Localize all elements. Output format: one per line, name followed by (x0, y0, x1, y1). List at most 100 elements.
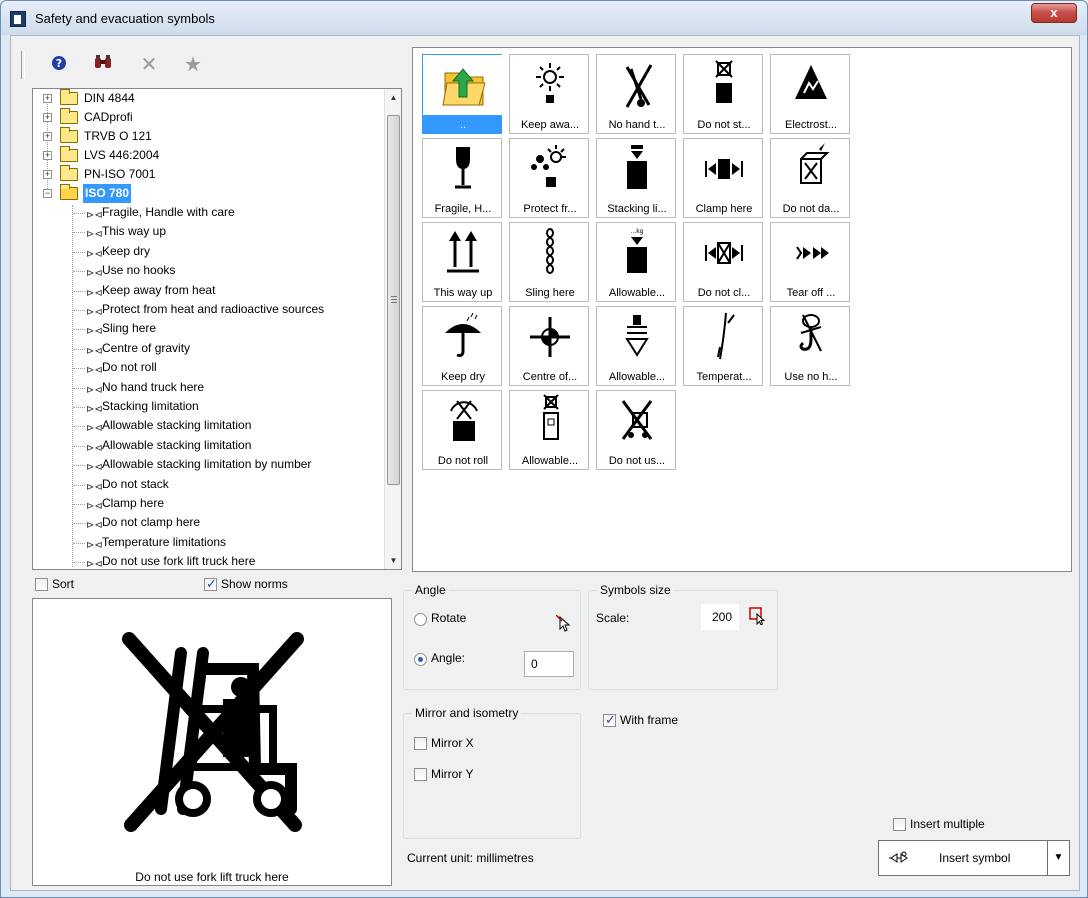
scroll-thumb[interactable] (387, 115, 400, 485)
show-norms-checkbox[interactable] (204, 576, 217, 592)
symbol-tree[interactable]: + DIN 4844 + CADprofi + TRVB O 121 + LVS… (32, 88, 402, 570)
tree-connector (73, 368, 85, 370)
keep-away-heat-icon (510, 55, 590, 115)
insert-symbol-main[interactable]: Insert symbol (879, 841, 1047, 875)
tree-connector (73, 213, 85, 214)
close-button[interactable]: x (1031, 3, 1077, 23)
symbol-tile[interactable]: Use no h... (770, 306, 850, 386)
insert-multiple-checkbox[interactable] (893, 818, 906, 831)
tree-item-label: No hand truck here (102, 379, 205, 394)
scroll-down-arrow[interactable]: ▼ (385, 552, 401, 569)
symbol-tile-label: Temperat... (696, 371, 752, 383)
expand-icon[interactable]: + (43, 132, 52, 141)
search-button[interactable] (91, 53, 115, 77)
delete-button[interactable]: ✕ (137, 53, 161, 77)
symbol-tile[interactable]: Do not us... (596, 390, 676, 470)
symbol-tile[interactable]: Protect fr... (509, 138, 589, 218)
symbol-tile[interactable]: Allowable... (509, 390, 589, 470)
tree-item-label: Do not stack (102, 476, 169, 491)
no-fork-lift-icon (597, 391, 677, 451)
expand-icon[interactable]: + (43, 151, 52, 160)
tree-scrollbar[interactable]: ▲ ▼ (384, 89, 401, 569)
symbol-tile[interactable]: Do not roll (422, 390, 502, 470)
symbol-tile[interactable]: ...kg Allowable... (596, 222, 676, 302)
keep-dry-icon (423, 307, 503, 367)
tree-connector (73, 310, 85, 311)
symbol-preview (32, 598, 392, 886)
symbol-tile[interactable]: Sling here (509, 222, 589, 302)
allowable-stacking-number-icon (510, 391, 590, 451)
symbol-tile-label: Tear off ... (786, 287, 836, 299)
symbol-tile[interactable]: Clamp here (683, 138, 763, 218)
symbol-tile-label: Clamp here (695, 203, 753, 215)
folder-icon (60, 108, 78, 124)
symbol-tile[interactable]: Temperat... (683, 306, 763, 386)
pick-angle-icon[interactable] (556, 615, 572, 633)
symbol-tile[interactable]: .. (422, 54, 503, 134)
temperature-icon (684, 307, 764, 367)
mirror-x-checkbox[interactable] (414, 737, 427, 750)
symbol-tile[interactable]: Electrost... (770, 54, 850, 134)
help-button[interactable]: ? (47, 53, 71, 77)
symbol-tile-label: Protect fr... (523, 203, 577, 215)
tree-content: + DIN 4844 + CADprofi + TRVB O 121 + LVS… (33, 89, 385, 569)
fragile-icon (423, 139, 503, 199)
angle-label: Angle: (431, 651, 466, 665)
tree-connector (73, 329, 85, 331)
symbol-tile[interactable]: Tear off ... (770, 222, 850, 302)
angle-input[interactable]: 0 (524, 651, 574, 677)
symbol-leaf-icon: ⊳⊲ (86, 326, 103, 338)
scale-label: Scale: (596, 611, 630, 625)
symbol-tile[interactable]: Do not st... (683, 54, 763, 134)
symbol-tile-label: Do not da... (782, 203, 840, 215)
collapse-icon[interactable]: − (43, 189, 52, 198)
symbol-tile[interactable]: Centre of... (509, 306, 589, 386)
symbol-tile-label: Stacking li... (607, 203, 667, 215)
symbol-tile[interactable]: Fragile, H... (422, 138, 502, 218)
symbol-leaf-icon: ⊳⊲ (86, 384, 103, 396)
symbol-tile[interactable]: No hand t... (596, 54, 676, 134)
tree-connector (73, 387, 85, 389)
symbol-tile[interactable]: Do not da... (770, 138, 850, 218)
symbol-tile[interactable]: Allowable... (596, 306, 676, 386)
svg-text:...kg: ...kg (630, 228, 643, 235)
symbol-tile[interactable]: Do not cl... (683, 222, 763, 302)
tree-item-label: Clamp here (102, 496, 165, 510)
symbol-grid[interactable]: .. Keep awa... No hand t... Do not st... Ele… (412, 47, 1072, 572)
expand-icon[interactable]: + (43, 113, 52, 122)
tree-connector (73, 271, 85, 273)
with-frame-checkbox[interactable] (603, 712, 616, 728)
symbol-tile-label: .. (459, 119, 467, 131)
symbol-tile[interactable]: Keep dry (422, 306, 502, 386)
scroll-up-arrow[interactable]: ▲ (385, 89, 401, 106)
symbol-tile[interactable]: Keep awa... (509, 54, 589, 134)
symbol-tile[interactable]: This way up (422, 222, 502, 302)
symbol-tile-label: Do not us... (608, 455, 666, 467)
angle-radio[interactable] (414, 653, 427, 666)
favorite-button[interactable]: ★ (181, 53, 205, 77)
tree-item-label: Allowable stacking limitation (102, 437, 252, 452)
expand-icon[interactable]: + (43, 170, 52, 179)
toolbar-grip[interactable] (21, 51, 25, 79)
symbol-leaf-icon: ⊳⊲ (86, 481, 103, 493)
delete-icon: ✕ (140, 54, 158, 76)
sort-checkbox[interactable] (35, 578, 48, 591)
symbol-tile[interactable]: Stacking li... (596, 138, 676, 218)
scale-input[interactable]: 200 (701, 604, 739, 630)
rotate-radio[interactable] (414, 613, 427, 626)
symbol-tile-label: Centre of... (522, 371, 578, 383)
tree-connector (73, 465, 85, 467)
insert-symbol-button[interactable]: Insert symbol ▼ (878, 840, 1070, 876)
symbol-tile-label: No hand t... (608, 119, 666, 131)
insert-options-dropdown[interactable]: ▼ (1047, 841, 1069, 875)
sort-label: Sort (52, 577, 75, 591)
mirror-y-checkbox[interactable] (414, 768, 427, 781)
pick-scale-icon[interactable] (749, 607, 767, 625)
tree-item-label: Fragile, Handle with care (102, 205, 235, 219)
symbol-tile-label: Keep awa... (520, 119, 580, 131)
symbol-tile-label: Do not cl... (697, 287, 751, 299)
title-bar[interactable]: Safety and evacuation symbols x (1, 1, 1087, 35)
tree-connector (72, 205, 73, 567)
tree-item-label: Do not roll (102, 360, 157, 375)
expand-icon[interactable]: + (43, 94, 52, 103)
